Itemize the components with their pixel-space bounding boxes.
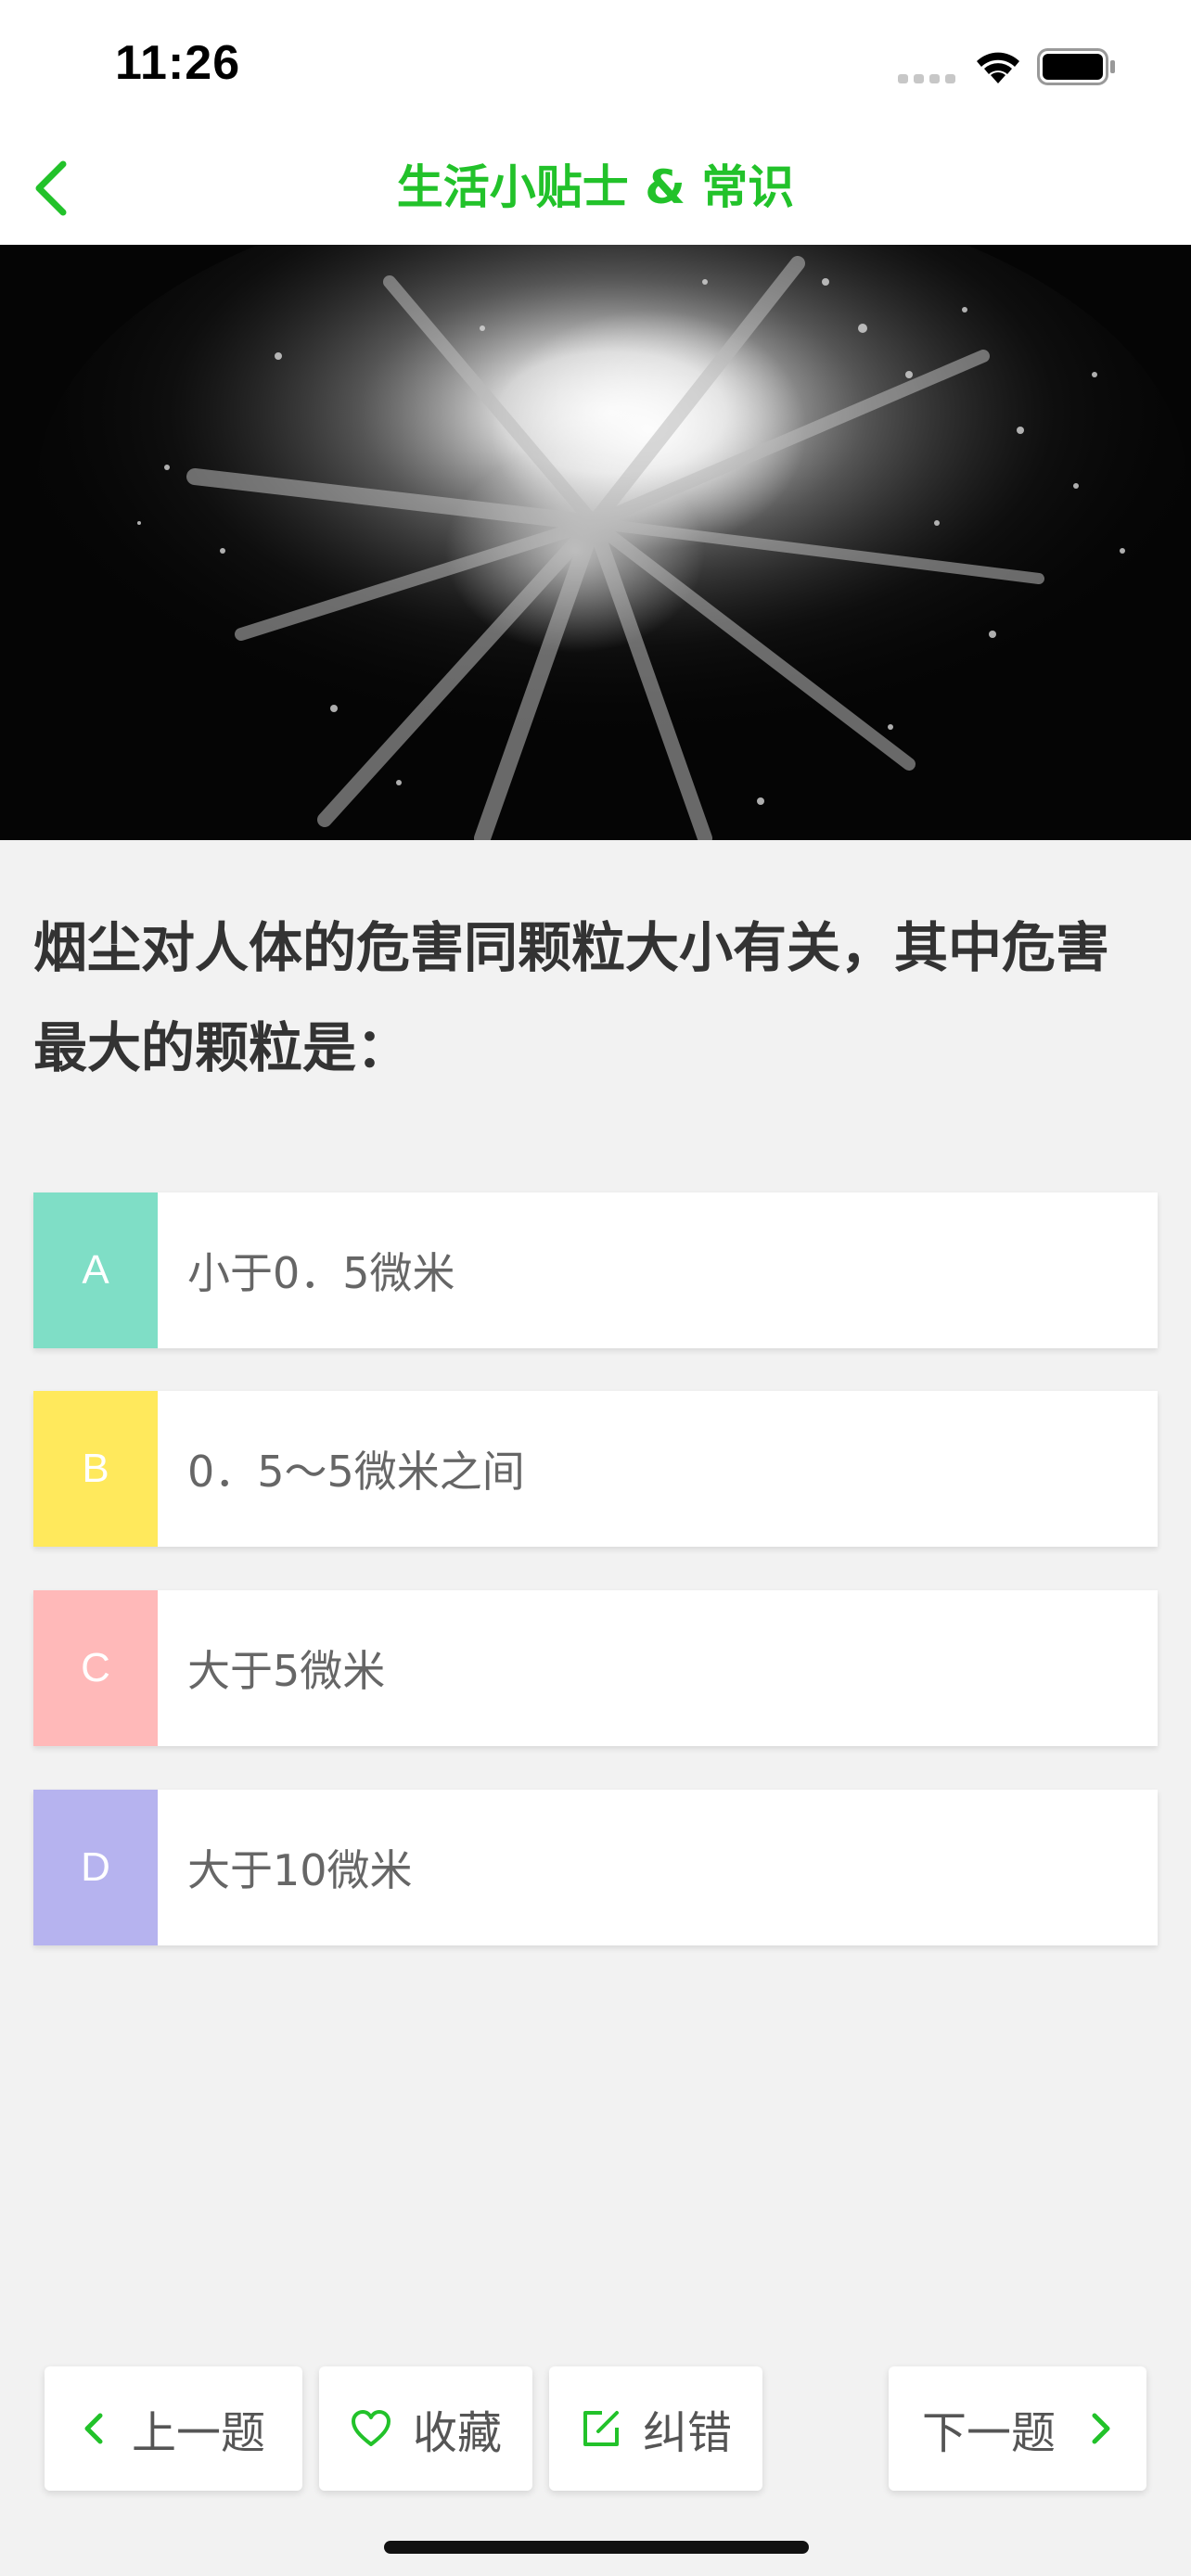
previous-question-button[interactable]: 上一题 [45,2366,302,2491]
edit-icon [583,2411,619,2446]
favorite-label: 收藏 [412,2407,502,2459]
back-button[interactable] [13,147,87,230]
status-bar: 11:26 [0,0,1191,130]
next-question-button[interactable]: 下一题 [889,2366,1146,2491]
option-letter: B [33,1391,158,1547]
report-error-label: 纠错 [642,2407,732,2459]
option-d[interactable]: D 大于10微米 [33,1790,1158,1945]
favorite-button[interactable]: 收藏 [319,2366,532,2491]
chevron-left-icon [35,160,67,216]
status-time: 11:26 [115,36,241,90]
battery-icon [1037,48,1115,85]
option-text: 0．5～5微米之间 [187,1447,525,1497]
option-b[interactable]: B 0．5～5微米之间 [33,1391,1158,1547]
option-text: 小于0．5微米 [187,1248,455,1298]
wifi-icon [977,52,1019,83]
option-c[interactable]: C 大于5微米 [33,1590,1158,1746]
next-question-label: 下一题 [921,2407,1056,2459]
signal-icon [898,74,955,83]
chevron-left-icon [84,2413,103,2444]
hero-image [0,245,1191,840]
report-error-button[interactable]: 纠错 [549,2366,762,2491]
nav-bar: 生活小贴士 & 常识 [0,130,1191,245]
previous-question-label: 上一题 [131,2407,265,2459]
option-text: 大于5微米 [187,1646,386,1696]
option-a[interactable]: A 小于0．5微米 [33,1192,1158,1348]
option-letter: D [33,1790,158,1945]
question-text: 烟尘对人体的危害同颗粒大小有关，其中危害最大的颗粒是： [33,916,1110,1079]
powder-explosion-photo [0,245,1191,840]
option-letter: A [33,1192,158,1348]
home-indicator [384,2541,809,2554]
option-text: 大于10微米 [187,1845,413,1895]
option-letter: C [33,1590,158,1746]
page-title: 生活小贴士 & 常识 [396,160,795,214]
heart-icon [351,2410,391,2446]
chevron-right-icon [1092,2413,1110,2444]
